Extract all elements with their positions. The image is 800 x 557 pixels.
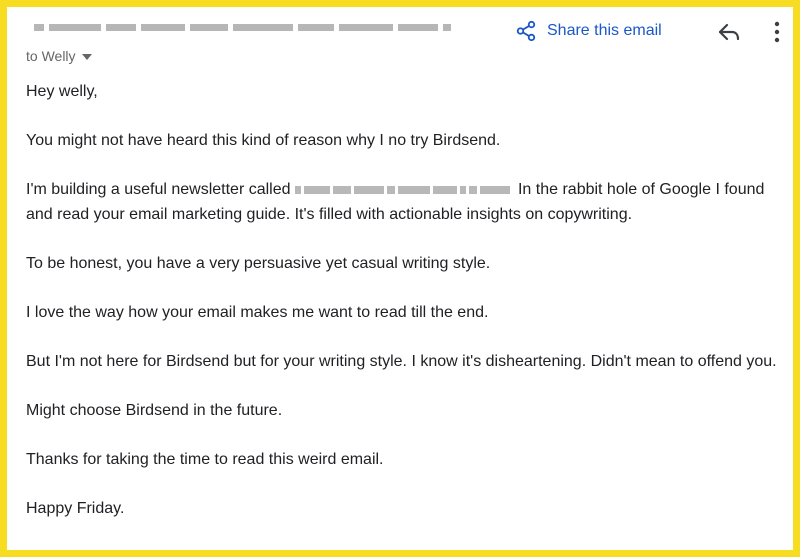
paragraph-6: Might choose Birdsend in the future. bbox=[26, 401, 283, 419]
paragraph-5: But I'm not here for Birdsend but for yo… bbox=[26, 352, 777, 370]
recipient-label: to Welly bbox=[26, 48, 76, 64]
recipient-dropdown[interactable]: to Welly bbox=[26, 48, 92, 64]
share-email-button[interactable]: Share this email bbox=[515, 19, 662, 43]
paragraph-3: To be honest, you have a very persuasive… bbox=[26, 254, 491, 272]
sender-redacted bbox=[34, 24, 451, 31]
paragraph-2-start: I'm building a useful newsletter called bbox=[26, 181, 291, 198]
email-header: Share this email bbox=[25, 19, 795, 47]
reply-arrow-icon[interactable] bbox=[717, 21, 741, 43]
share-icon bbox=[516, 20, 536, 42]
caret-down-icon bbox=[81, 54, 92, 60]
newsletter-name-redacted bbox=[294, 185, 510, 194]
more-vertical-icon[interactable] bbox=[771, 21, 783, 43]
email-body: Hey welly, You might not have heard this… bbox=[26, 80, 791, 546]
paragraph-8: Happy Friday. bbox=[26, 499, 125, 517]
paragraph-7: Thanks for taking the time to read this … bbox=[26, 450, 384, 468]
paragraph-1: You might not have heard this kind of re… bbox=[26, 132, 501, 149]
greeting: Hey welly, bbox=[26, 83, 98, 100]
paragraph-2: I'm building a useful newsletter called … bbox=[26, 178, 791, 227]
email-frame: Share this email to Welly Hey welly, You… bbox=[0, 0, 800, 557]
share-email-label: Share this email bbox=[547, 22, 662, 39]
paragraph-4: I love the way how your email makes me w… bbox=[26, 303, 489, 321]
